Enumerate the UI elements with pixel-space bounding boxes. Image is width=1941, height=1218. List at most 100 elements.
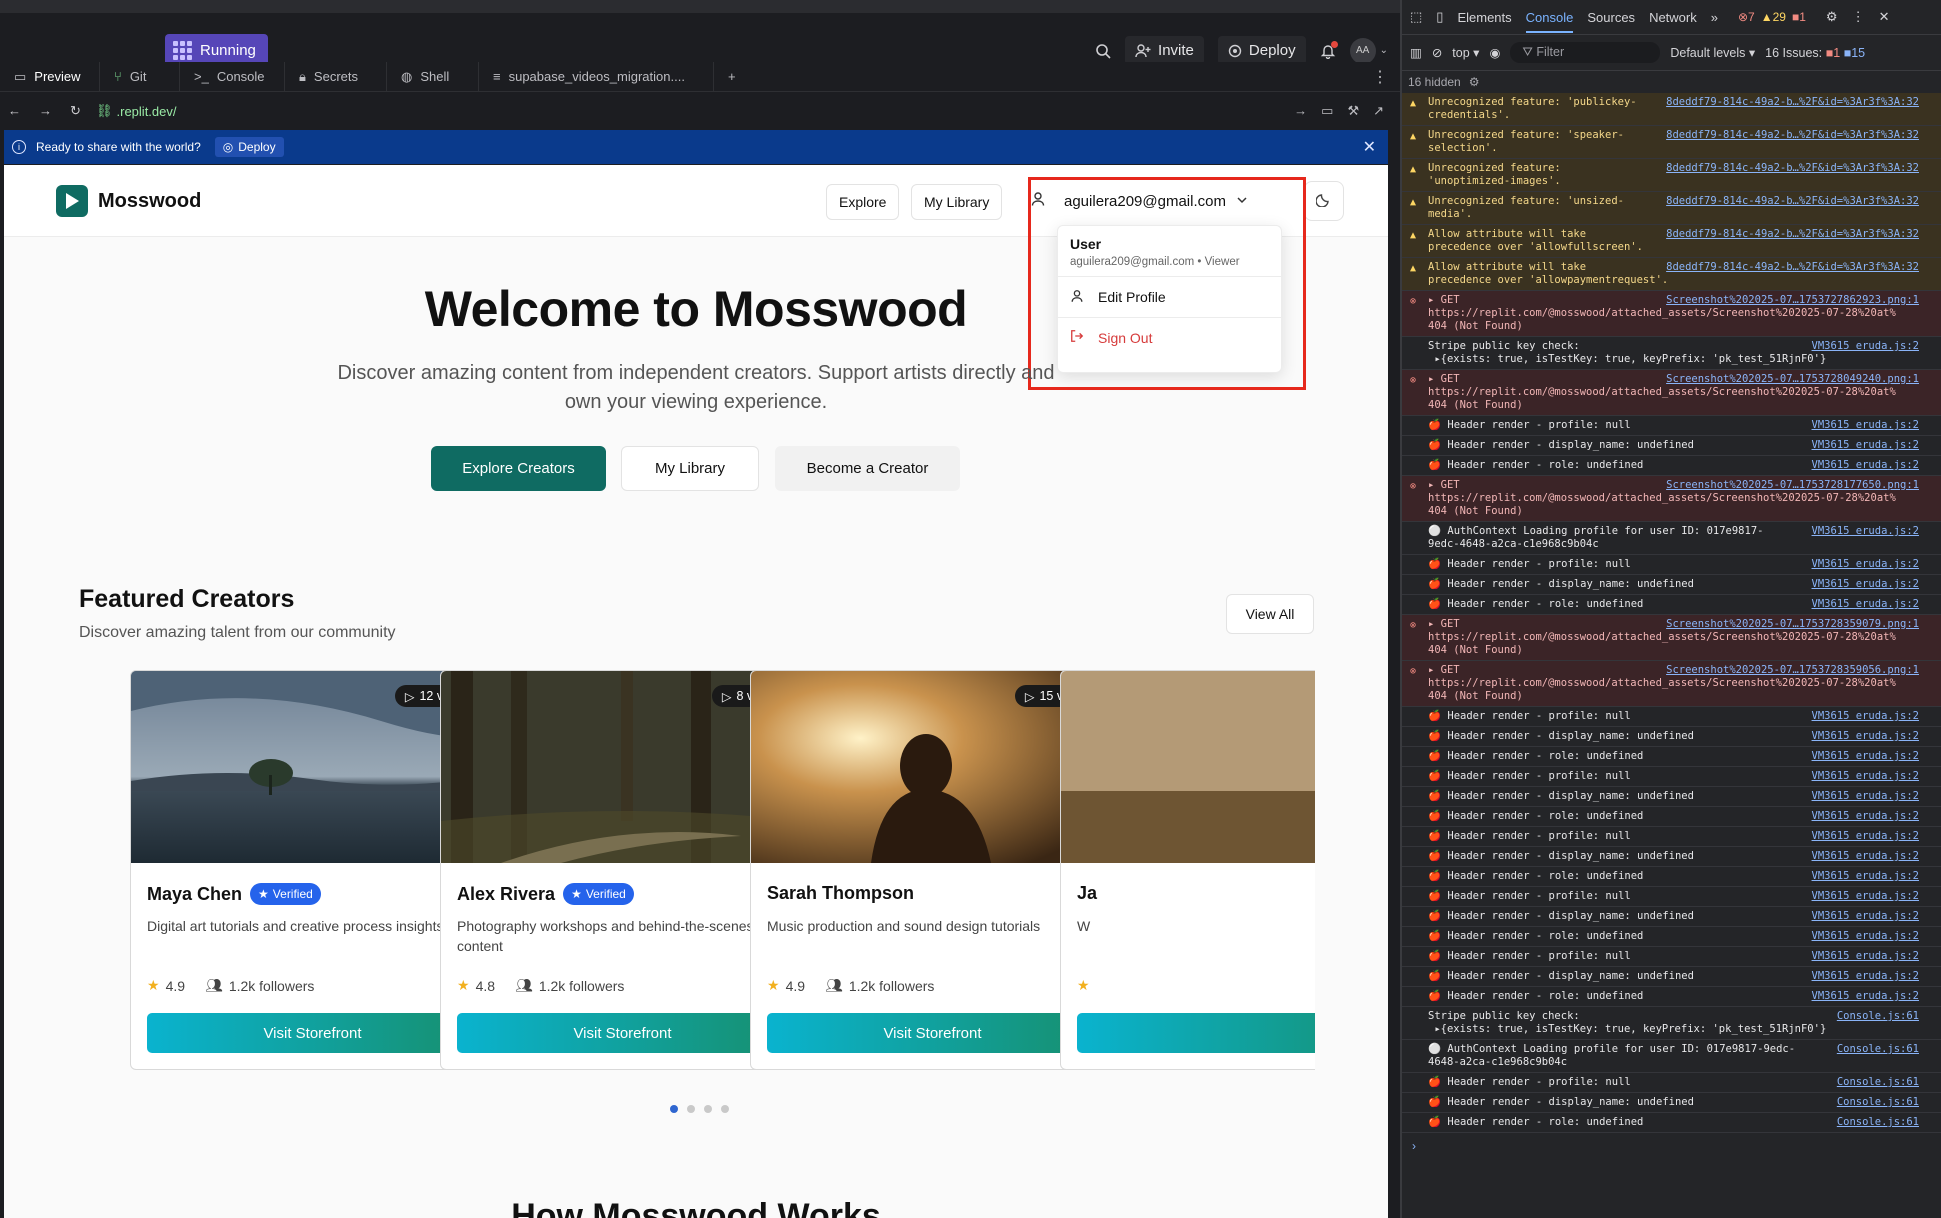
issues-indicator[interactable]: 16 Issues: ■1 ■15 (1765, 46, 1865, 60)
tab-git[interactable]: ⑂ Git (100, 61, 180, 92)
console-message[interactable]: ⊗ ▸ GET https://replit.com/@mosswood/atta… (1402, 291, 1941, 337)
console-message[interactable]: 🍎 Header render - display_name: undefine… (1402, 575, 1941, 595)
more-icon[interactable]: ⋮ (1372, 67, 1388, 87)
theme-toggle-button[interactable] (1304, 181, 1344, 221)
console-source-link[interactable]: VM3615 eruda.js:2 (1812, 930, 1919, 943)
become-creator-button[interactable]: Become a Creator (775, 446, 960, 491)
levels-select[interactable]: Default levels ▾ (1670, 45, 1755, 60)
console-source-link[interactable]: VM3615 eruda.js:2 (1812, 340, 1919, 353)
carousel-dot[interactable] (721, 1105, 729, 1113)
console-source-link[interactable]: Console.js:61 (1837, 1116, 1919, 1129)
console-message[interactable]: 🍎 Header render - display_name: undefine… (1402, 727, 1941, 747)
console-source-link[interactable]: VM3615 eruda.js:2 (1812, 990, 1919, 1003)
console-source-link[interactable]: 8deddf79-814c-49a2-b…%2F&id=%3Ar3f%3A:32 (1666, 195, 1919, 208)
console-message[interactable]: ▲ Unrecognized feature: 'unsized- media'.… (1402, 192, 1941, 225)
visit-storefront-button[interactable]: Visit Storefront (457, 1013, 788, 1053)
console-message[interactable]: 🍎 Header render - profile: null VM3615 er… (1402, 707, 1941, 727)
console-source-link[interactable]: Console.js:61 (1837, 1096, 1919, 1109)
account-menu[interactable]: AA ⌄ (1349, 37, 1388, 64)
console-source-link[interactable]: 8deddf79-814c-49a2-b…%2F&id=%3Ar3f%3A:32 (1666, 261, 1919, 274)
nav-library-button[interactable]: My Library (911, 184, 1003, 220)
close-icon[interactable]: ✕ (1363, 137, 1376, 157)
console-message[interactable]: 🍎 Header render - display_name: undefine… (1402, 436, 1941, 456)
console-message[interactable]: ⊗ ▸ GET https://replit.com/@mosswood/atta… (1402, 370, 1941, 416)
tab-migration-file[interactable]: ≡ supabase_videos_migration.... (479, 61, 714, 92)
filter-input[interactable]: ⛛ Filter (1510, 42, 1661, 63)
console-source-link[interactable]: Screenshot%202025-07…1753728049240.png:1 (1666, 373, 1919, 386)
console-message[interactable]: 🍎 Header render - profile: null VM3615 er… (1402, 416, 1941, 436)
console-source-link[interactable]: VM3615 eruda.js:2 (1812, 830, 1919, 843)
explore-creators-button[interactable]: Explore Creators (431, 446, 606, 491)
console-source-link[interactable]: VM3615 eruda.js:2 (1812, 910, 1919, 923)
back-icon[interactable]: ← (8, 103, 21, 119)
tab-console[interactable]: >_ Console (180, 61, 285, 92)
search-icon[interactable] (1095, 43, 1111, 59)
console-message[interactable]: 🍎 Header render - profile: null VM3615 er… (1402, 947, 1941, 967)
arrow-right-icon[interactable]: → (1294, 103, 1307, 119)
clear-console-icon[interactable]: ⊘ (1432, 45, 1442, 60)
console-source-link[interactable]: VM3615 eruda.js:2 (1812, 890, 1919, 903)
console-source-link[interactable]: VM3615 eruda.js:2 (1812, 710, 1919, 723)
carousel-dot[interactable] (704, 1105, 712, 1113)
console-source-link[interactable]: VM3615 eruda.js:2 (1812, 598, 1919, 611)
console-message[interactable]: 🍎 Header render - display_name: undefine… (1402, 847, 1941, 867)
reload-icon[interactable]: ↻ (70, 103, 81, 119)
console-message[interactable]: 🍎 Header render - display_name: undefine… (1402, 787, 1941, 807)
console-source-link[interactable]: VM3615 eruda.js:2 (1812, 870, 1919, 883)
console-message[interactable]: 🍎 Header render - role: undefined VM3615 … (1402, 747, 1941, 767)
console-source-link[interactable]: VM3615 eruda.js:2 (1812, 578, 1919, 591)
console-message[interactable]: 🍎 Header render - role: undefined VM3615 … (1402, 867, 1941, 887)
console-source-link[interactable]: Console.js:61 (1837, 1043, 1919, 1056)
tab-secrets[interactable]: 🔒︎ Secrets (285, 61, 387, 92)
devices-icon[interactable]: ▭ (1321, 103, 1333, 119)
console-message[interactable]: ▲ Allow attribute will take precedence ov… (1402, 225, 1941, 258)
external-link-icon[interactable]: ↗ (1373, 103, 1384, 119)
devtools-tab-elements[interactable]: Elements (1457, 10, 1511, 25)
wrench-icon[interactable]: ⚒︎ (1347, 103, 1359, 119)
console-message[interactable]: 🍎 Header render - profile: null VM3615 er… (1402, 827, 1941, 847)
console-message[interactable]: Stripe public key check: ▸{exists: true,… (1402, 337, 1941, 370)
console-message[interactable]: ⊗ ▸ GET https://replit.com/@mosswood/atta… (1402, 476, 1941, 522)
console-message[interactable]: 🍎 Header render - display_name: undefine… (1402, 1093, 1941, 1113)
devtools-tab-network[interactable]: Network (1649, 10, 1697, 25)
console-message[interactable]: 🍎 Header render - role: undefined VM3615 … (1402, 807, 1941, 827)
close-icon[interactable]: ✕ (1879, 9, 1890, 25)
visit-storefront-button[interactable] (1077, 1013, 1315, 1053)
carousel-dot[interactable] (687, 1105, 695, 1113)
console-message[interactable]: 🍎 Header render - role: undefined VM3615 … (1402, 595, 1941, 615)
console-source-link[interactable]: VM3615 eruda.js:2 (1812, 950, 1919, 963)
invite-button[interactable]: Invite (1125, 36, 1204, 65)
console-message[interactable]: 🍎 Header render - role: undefined Console… (1402, 1113, 1941, 1133)
bell-icon[interactable] (1320, 40, 1338, 59)
console-message[interactable]: ▲ Unrecognized feature: 'publickey- crede… (1402, 93, 1941, 126)
url-field[interactable]: ⛓︎ .replit.dev/ (90, 98, 1320, 124)
new-tab-button[interactable]: + (714, 62, 750, 92)
forward-icon[interactable]: → (39, 103, 52, 119)
console-message[interactable]: 🍎 Header render - profile: null Console.j… (1402, 1073, 1941, 1093)
user-menu-trigger[interactable]: aguilera209@gmail.com (1030, 181, 1248, 221)
deploy-button[interactable]: Deploy (1217, 36, 1306, 65)
console-source-link[interactable]: VM3615 eruda.js:2 (1812, 419, 1919, 432)
console-message[interactable]: 🍎 Header render - role: undefined VM3615 … (1402, 927, 1941, 947)
my-library-button[interactable]: My Library (621, 446, 759, 491)
context-select[interactable]: top ▾ (1452, 45, 1479, 60)
carousel-dot[interactable] (670, 1105, 678, 1113)
devtools-tab-sources[interactable]: Sources (1587, 10, 1635, 25)
console-source-link[interactable]: VM3615 eruda.js:2 (1812, 525, 1919, 538)
message-counts[interactable]: ⊗7 ▲29 ■1 (1738, 10, 1806, 24)
device-toolbar-icon[interactable]: ▯ (1436, 9, 1443, 25)
console-source-link[interactable]: Console.js:61 (1837, 1010, 1919, 1023)
console-message[interactable]: 🍎 Header render - display_name: undefine… (1402, 967, 1941, 987)
console-message[interactable]: 🍎 Header render - role: undefined VM3615 … (1402, 456, 1941, 476)
console-source-link[interactable]: Console.js:61 (1837, 1076, 1919, 1089)
devtools-tab-console[interactable]: Console (1525, 10, 1574, 33)
gear-icon[interactable]: ⚙ (1469, 75, 1480, 89)
tab-preview[interactable]: ▭ Preview (0, 61, 100, 92)
console-source-link[interactable]: VM3615 eruda.js:2 (1812, 790, 1919, 803)
console-source-link[interactable]: VM3615 eruda.js:2 (1812, 750, 1919, 763)
console-source-link[interactable]: 8deddf79-814c-49a2-b…%2F&id=%3Ar3f%3A:32 (1666, 162, 1919, 175)
console-message[interactable]: ⚪ AuthContext Loading profile for user I… (1402, 522, 1941, 555)
console-message[interactable]: ⚪ AuthContext Loading profile for user I… (1402, 1040, 1941, 1073)
console-message[interactable]: ▲ Allow attribute will take precedence ov… (1402, 258, 1941, 291)
inspect-icon[interactable]: ⬚ (1410, 9, 1422, 25)
